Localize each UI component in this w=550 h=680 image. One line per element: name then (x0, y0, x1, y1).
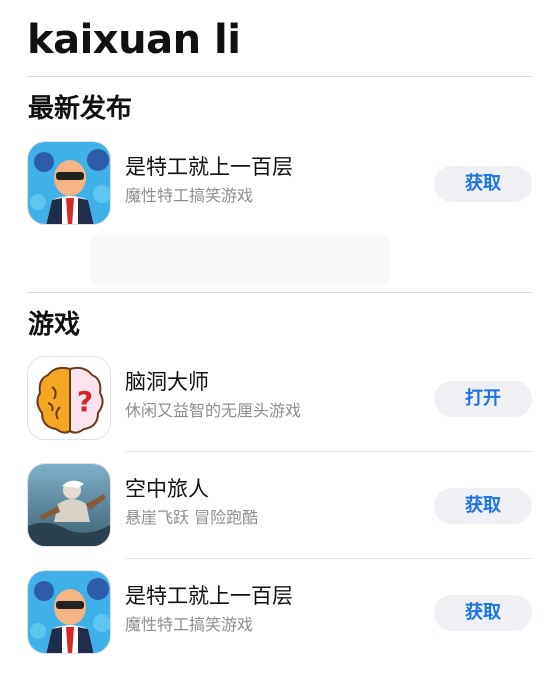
open-button[interactable]: 打开 (434, 381, 532, 417)
title-divider (27, 76, 532, 77)
app-subtitle: 悬崖飞跃 冒险跑酷 (125, 508, 259, 527)
app-name: 是特工就上一百层 (125, 584, 293, 608)
app-name: 脑洞大师 (125, 370, 209, 394)
row-separator (125, 451, 532, 452)
sky-traveler-icon (27, 463, 111, 547)
svg-text:?: ? (77, 385, 93, 418)
page-title: kaixuan li (27, 17, 241, 63)
app-name: 是特工就上一百层 (125, 155, 293, 179)
section-title-new-releases: 最新发布 (28, 94, 133, 124)
secret-agent-icon (27, 570, 111, 654)
row-separator (125, 558, 532, 559)
app-row[interactable]: 是特工就上一百层 魔性特工搞笑游戏 获取 (27, 141, 532, 227)
brain-puzzle-icon: ? (27, 356, 111, 440)
app-row[interactable]: 空中旅人 悬崖飞跃 冒险跑酷 获取 (27, 463, 532, 549)
section-divider (27, 292, 532, 293)
app-subtitle: 魔性特工搞笑游戏 (125, 186, 254, 205)
app-row[interactable]: 是特工就上一百层 魔性特工搞笑游戏 获取 (27, 570, 532, 656)
app-name: 空中旅人 (125, 477, 209, 501)
get-button[interactable]: 获取 (434, 166, 532, 202)
section-title-games: 游戏 (28, 310, 81, 340)
app-subtitle: 休闲又益智的无厘头游戏 (125, 401, 302, 420)
blank-placeholder (90, 236, 390, 284)
app-row[interactable]: ? 脑洞大师 休闲又益智的无厘头游戏 打开 (27, 356, 532, 442)
secret-agent-icon (27, 141, 111, 225)
get-button[interactable]: 获取 (434, 595, 532, 631)
app-subtitle: 魔性特工搞笑游戏 (125, 615, 254, 634)
get-button[interactable]: 获取 (434, 488, 532, 524)
